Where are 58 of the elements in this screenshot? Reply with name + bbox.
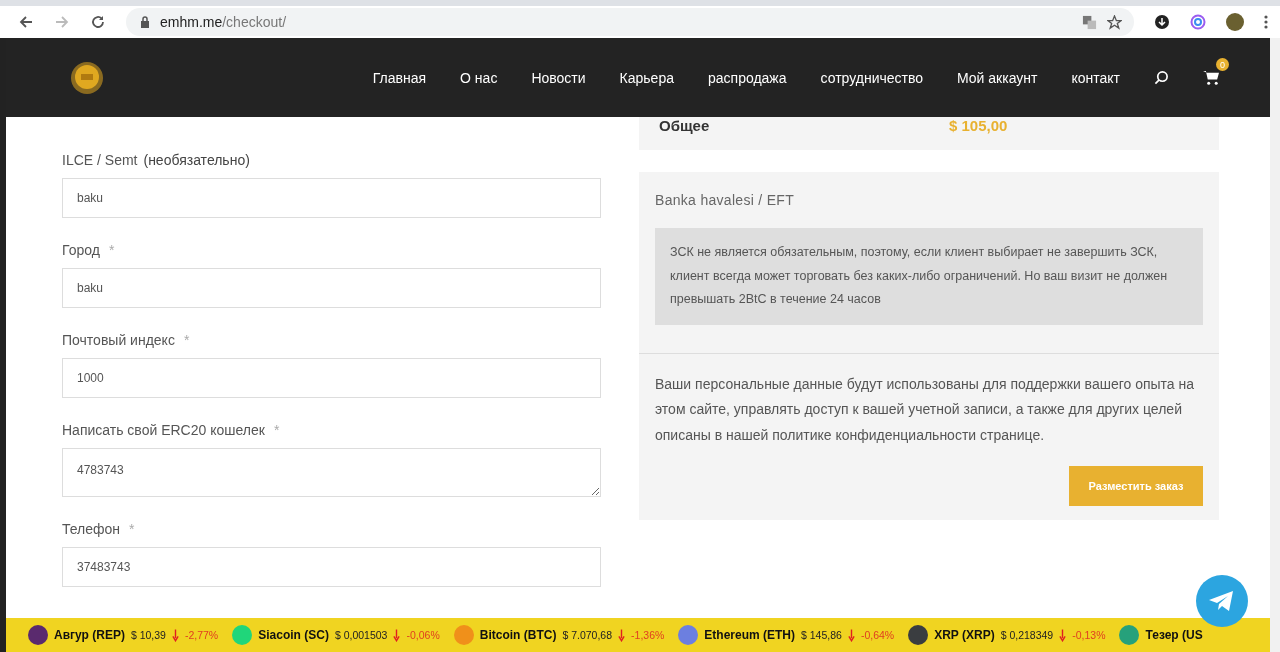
nav-link[interactable]: контакт [1071, 69, 1120, 86]
optional-note: (необязательно) [143, 152, 250, 168]
nav-link[interactable]: Новости [531, 69, 586, 86]
input-field[interactable]: baku [62, 268, 601, 308]
coin-price: $ 7.070,68 [562, 629, 613, 641]
coin-name: Авгур (REP) [54, 628, 125, 642]
coin-change: -0,64% [860, 629, 895, 641]
coin-name: XRP (XRP) [934, 628, 995, 642]
cart-count-badge: 0 [1216, 58, 1229, 71]
coin-change: -0,06% [406, 629, 440, 641]
input-field[interactable]: 1000 [62, 358, 601, 398]
coin-name: Тезер (US [1145, 628, 1203, 642]
field-label: Телефон [62, 521, 121, 537]
logo-icon[interactable] [70, 60, 104, 95]
coin-name: Siacoin (SC) [258, 628, 329, 642]
privacy-text: Ваши персональные данные будут использованы для поддержки вашего опыта на этом сайте, управлять доступ к вашей учетной записи, а также для других целей описаны в нашей политике конфиденциальности странице. [655, 374, 1196, 445]
coin-change: -2,77% [184, 629, 219, 641]
required-mark: * [108, 242, 115, 258]
coin-name: Ethereum (ETH) [704, 628, 795, 642]
nav-link[interactable]: Мой аккаунт [957, 69, 1038, 86]
nav-link[interactable]: распродажа [708, 69, 787, 86]
required-mark: * [129, 521, 135, 537]
payment-method-label: Banka havalesi / EFT [655, 192, 796, 208]
payment-note: ЗСК не является обязательным, поэтому, если клиент выбирает не завершить ЗСК, клиент всегда может торговать без каких-либо ограничений. Но ваш визит не должен превышать 2BtC в течение 24 часов [655, 228, 1203, 325]
input-field[interactable]: baku [62, 178, 601, 218]
field-label: ILCE / Semt [62, 152, 138, 168]
coin-price: $ 0,001503 [334, 629, 388, 641]
field-label: Город [62, 242, 100, 258]
url-text: emhm.me/checkout/ [160, 14, 288, 30]
lock-icon [140, 16, 150, 28]
extension-icon[interactable] [1154, 14, 1170, 30]
required-mark: * [183, 332, 190, 348]
cart-icon[interactable] [1203, 70, 1220, 85]
telegram-button[interactable] [1196, 575, 1248, 627]
total-label: Общее [659, 117, 711, 134]
total-amount: $ 105,00 [949, 117, 1008, 134]
coin-name: Bitcoin (BTC) [479, 628, 557, 642]
avatar-icon[interactable] [1226, 13, 1244, 31]
star-icon[interactable] [1107, 14, 1122, 30]
field-label: Почтовый индекс [62, 332, 175, 348]
input-field[interactable]: 37483743 [62, 547, 601, 587]
coin-price: $ 145,86 [801, 629, 842, 641]
nav-link[interactable]: Главная [372, 69, 427, 86]
nav-link[interactable]: О нас [460, 69, 498, 86]
nav-link[interactable]: Карьера [619, 69, 674, 86]
coin-change: -0,13% [1072, 629, 1106, 641]
menu-icon[interactable] [1264, 14, 1268, 30]
textarea-field[interactable]: 4783743 [62, 448, 601, 497]
reload-icon[interactable] [90, 14, 106, 30]
search-icon[interactable] [1154, 70, 1169, 85]
nav-link[interactable]: сотрудничество [820, 69, 923, 86]
required-mark: * [273, 422, 280, 438]
coin-change: -1,36% [631, 629, 665, 641]
coin-price: $ 0,218349 [1000, 629, 1054, 641]
field-label: Написать свой ERC20 кошелек [62, 422, 265, 438]
coin-price: $ 10,39 [130, 629, 166, 641]
address-bar[interactable]: emhm.me/checkout/ [126, 8, 1134, 36]
back-icon[interactable] [18, 14, 34, 30]
